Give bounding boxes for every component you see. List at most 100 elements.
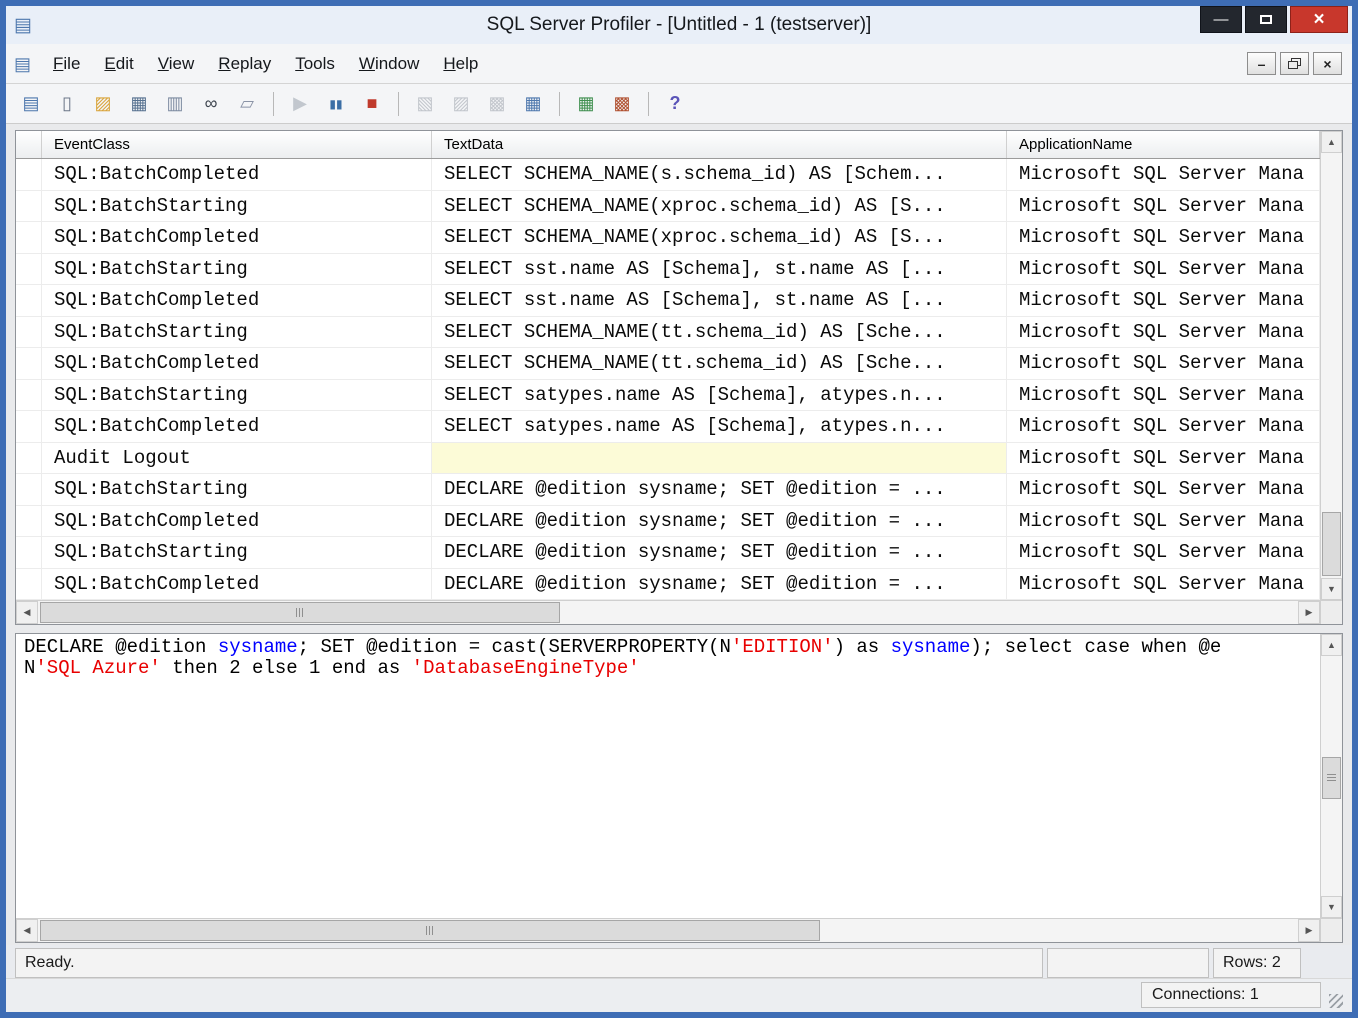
table-row[interactable]: SQL:BatchStartingSELECT SCHEMA_NAME(tt.s… xyxy=(16,317,1320,349)
auto-scroll-button[interactable]: ▦ xyxy=(516,89,550,119)
scroll-up-icon[interactable]: ▲ xyxy=(1321,131,1342,153)
grid-vscroll-thumb[interactable] xyxy=(1322,512,1341,576)
cell-text-data[interactable]: SELECT SCHEMA_NAME(tt.schema_id) AS [Sch… xyxy=(432,348,1007,379)
cell-application-name[interactable]: Microsoft SQL Server Mana xyxy=(1007,474,1320,505)
trace-properties-button[interactable]: ▥ xyxy=(158,89,192,119)
table-row[interactable]: SQL:BatchStartingSELECT sst.name AS [Sch… xyxy=(16,254,1320,286)
cell-event-class[interactable]: SQL:BatchCompleted xyxy=(42,411,432,442)
stop-trace-button[interactable]: ■ xyxy=(355,89,389,119)
scroll-down-icon[interactable]: ▼ xyxy=(1321,896,1342,918)
cell-application-name[interactable]: Microsoft SQL Server Mana xyxy=(1007,380,1320,411)
aggregated-view-button[interactable]: ▨ xyxy=(444,89,478,119)
cell-application-name[interactable]: Microsoft SQL Server Mana xyxy=(1007,285,1320,316)
resize-grip[interactable] xyxy=(1325,982,1343,1008)
table-row[interactable]: SQL:BatchCompletedSELECT SCHEMA_NAME(tt.… xyxy=(16,348,1320,380)
table-row[interactable]: SQL:BatchCompletedSELECT SCHEMA_NAME(s.s… xyxy=(16,159,1320,191)
cell-event-class[interactable]: SQL:BatchStarting xyxy=(42,537,432,568)
grid-hscroll-track[interactable] xyxy=(38,601,1298,624)
table-row[interactable]: SQL:BatchCompletedDECLARE @edition sysna… xyxy=(16,506,1320,538)
row-selector[interactable] xyxy=(16,380,42,411)
cell-application-name[interactable]: Microsoft SQL Server Mana xyxy=(1007,537,1320,568)
grid-hscroll-thumb[interactable] xyxy=(40,602,560,623)
cell-text-data[interactable]: SELECT SCHEMA_NAME(s.schema_id) AS [Sche… xyxy=(432,159,1007,190)
row-selector[interactable] xyxy=(16,411,42,442)
menu-edit[interactable]: Edit xyxy=(92,47,145,81)
mdi-restore-button[interactable] xyxy=(1280,52,1309,75)
new-trace-file-button[interactable]: ▯ xyxy=(50,89,84,119)
menu-file[interactable]: File xyxy=(41,47,92,81)
scroll-left-icon[interactable]: ◀ xyxy=(16,919,38,942)
cell-text-data[interactable]: SELECT sst.name AS [Schema], st.name AS … xyxy=(432,254,1007,285)
menu-replay[interactable]: Replay xyxy=(206,47,283,81)
find-button[interactable]: ∞ xyxy=(194,89,228,119)
cell-text-data[interactable]: SELECT SCHEMA_NAME(xproc.schema_id) AS [… xyxy=(432,222,1007,253)
row-selector[interactable] xyxy=(16,474,42,505)
scroll-up-icon[interactable]: ▲ xyxy=(1321,634,1342,656)
row-selector[interactable] xyxy=(16,159,42,190)
cell-event-class[interactable]: SQL:BatchCompleted xyxy=(42,569,432,600)
maximize-button[interactable] xyxy=(1245,6,1287,33)
grid-horizontal-scrollbar[interactable]: ◀ ▶ xyxy=(16,600,1342,624)
cell-event-class[interactable]: SQL:BatchStarting xyxy=(42,317,432,348)
row-selector[interactable] xyxy=(16,443,42,474)
detail-hscroll-thumb[interactable] xyxy=(40,920,820,941)
menu-tools[interactable]: Tools xyxy=(283,47,347,81)
cell-text-data[interactable]: SELECT sst.name AS [Schema], st.name AS … xyxy=(432,285,1007,316)
cell-event-class[interactable]: SQL:BatchCompleted xyxy=(42,506,432,537)
clear-trace-window-button[interactable]: ▱ xyxy=(230,89,264,119)
cell-text-data[interactable]: DECLARE @edition sysname; SET @edition =… xyxy=(432,569,1007,600)
cell-text-data[interactable]: DECLARE @edition sysname; SET @edition =… xyxy=(432,537,1007,568)
row-selector[interactable] xyxy=(16,317,42,348)
cell-application-name[interactable]: Microsoft SQL Server Mana xyxy=(1007,348,1320,379)
detail-vscroll-track[interactable] xyxy=(1321,656,1342,896)
cell-event-class[interactable]: Audit Logout xyxy=(42,443,432,474)
detail-hscroll-track[interactable] xyxy=(38,919,1298,942)
column-header-application-name[interactable]: ApplicationName xyxy=(1007,131,1320,158)
detail-vscroll-thumb[interactable] xyxy=(1322,757,1341,799)
table-row[interactable]: SQL:BatchStartingSELECT SCHEMA_NAME(xpro… xyxy=(16,191,1320,223)
column-header-event-class[interactable]: EventClass xyxy=(42,131,432,158)
cell-text-data[interactable]: DECLARE @edition sysname; SET @edition =… xyxy=(432,506,1007,537)
scroll-down-icon[interactable]: ▼ xyxy=(1321,578,1342,600)
table-row[interactable]: SQL:BatchCompletedSELECT SCHEMA_NAME(xpr… xyxy=(16,222,1320,254)
new-trace-button[interactable]: ▤ xyxy=(14,89,48,119)
export-event-data-button[interactable]: ▦ xyxy=(569,89,603,119)
table-row[interactable]: SQL:BatchCompletedSELECT satypes.name AS… xyxy=(16,411,1320,443)
cell-event-class[interactable]: SQL:BatchStarting xyxy=(42,254,432,285)
save-trace-button[interactable]: ▦ xyxy=(122,89,156,119)
scroll-left-icon[interactable]: ◀ xyxy=(16,601,38,624)
row-selector[interactable] xyxy=(16,348,42,379)
performance-counters-button[interactable]: ▩ xyxy=(605,89,639,119)
cell-application-name[interactable]: Microsoft SQL Server Mana xyxy=(1007,411,1320,442)
menu-window[interactable]: Window xyxy=(347,47,431,81)
row-selector[interactable] xyxy=(16,569,42,600)
cell-text-data[interactable]: SELECT SCHEMA_NAME(tt.schema_id) AS [Sch… xyxy=(432,317,1007,348)
start-trace-button[interactable]: ▶ xyxy=(283,89,317,119)
column-header-text-data[interactable]: TextData xyxy=(432,131,1007,158)
cell-text-data[interactable]: SELECT satypes.name AS [Schema], atypes.… xyxy=(432,411,1007,442)
cell-event-class[interactable]: SQL:BatchStarting xyxy=(42,380,432,411)
cell-application-name[interactable]: Microsoft SQL Server Mana xyxy=(1007,191,1320,222)
cell-event-class[interactable]: SQL:BatchCompleted xyxy=(42,285,432,316)
row-selector[interactable] xyxy=(16,506,42,537)
scroll-right-icon[interactable]: ▶ xyxy=(1298,601,1320,624)
open-trace-button[interactable]: ▨ xyxy=(86,89,120,119)
detail-vertical-scrollbar[interactable]: ▲ ▼ xyxy=(1320,634,1342,918)
table-row[interactable]: SQL:BatchStartingDECLARE @edition sysnam… xyxy=(16,474,1320,506)
cell-text-data[interactable]: DECLARE @edition sysname; SET @edition =… xyxy=(432,474,1007,505)
cell-application-name[interactable]: Microsoft SQL Server Mana xyxy=(1007,254,1320,285)
table-row[interactable]: SQL:BatchStartingDECLARE @edition sysnam… xyxy=(16,537,1320,569)
row-selector[interactable] xyxy=(16,222,42,253)
cell-event-class[interactable]: SQL:BatchStarting xyxy=(42,474,432,505)
cell-application-name[interactable]: Microsoft SQL Server Mana xyxy=(1007,317,1320,348)
scroll-right-icon[interactable]: ▶ xyxy=(1298,919,1320,942)
row-selector[interactable] xyxy=(16,191,42,222)
cell-event-class[interactable]: SQL:BatchCompleted xyxy=(42,348,432,379)
cell-text-data[interactable] xyxy=(432,443,1007,474)
sql-text-view[interactable]: DECLARE @edition sysname; SET @edition =… xyxy=(16,634,1320,918)
mdi-close-button[interactable]: × xyxy=(1313,52,1342,75)
cell-application-name[interactable]: Microsoft SQL Server Mana xyxy=(1007,569,1320,600)
menu-view[interactable]: View xyxy=(146,47,207,81)
row-selector[interactable] xyxy=(16,254,42,285)
cell-event-class[interactable]: SQL:BatchCompleted xyxy=(42,222,432,253)
